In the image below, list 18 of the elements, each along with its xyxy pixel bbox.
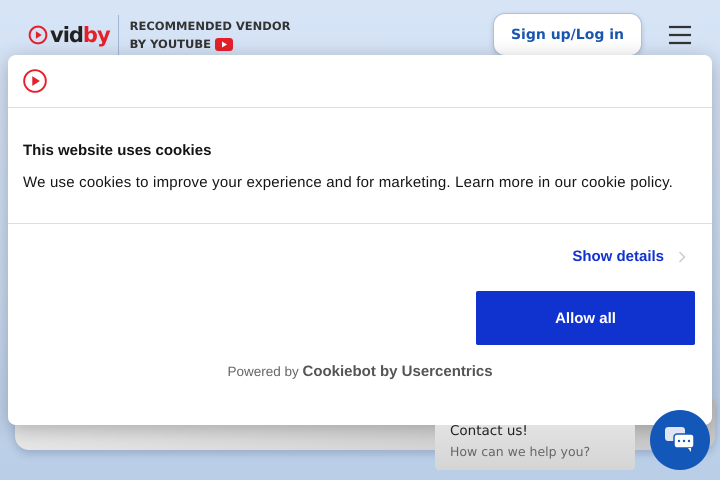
- chat-subtitle: How can we help you?: [450, 444, 592, 459]
- dialog-message: We use cookies to improve your experience and for marketing. Learn more in our cookie policy.: [23, 173, 674, 193]
- tagline: RECOMMENDED VENDOR: [130, 18, 290, 34]
- powered-by-text: Powered by Cookiebot by Usercentrics: [226, 363, 494, 380]
- login-button[interactable]: Sign up/Log in: [492, 13, 642, 56]
- logo-text: vidby: [50, 22, 110, 46]
- allow-all-button[interactable]: Allow all: [476, 291, 695, 345]
- video-play-icon: [214, 38, 233, 51]
- tagline: BY YOUTUBE: [130, 36, 211, 50]
- menu-icon[interactable]: [668, 24, 692, 44]
- dialog-title: This website uses cookies: [23, 142, 212, 159]
- chat-bubble[interactable]: Contact us! How can we help you?: [435, 425, 635, 470]
- chat-title: Contact us!: [450, 425, 529, 438]
- chat-icon: [664, 426, 696, 454]
- logo-icon: [28, 24, 48, 44]
- chevron-right-icon: [678, 250, 686, 262]
- show-details-link[interactable]: Show details: [572, 248, 664, 265]
- logo-icon: [22, 68, 48, 94]
